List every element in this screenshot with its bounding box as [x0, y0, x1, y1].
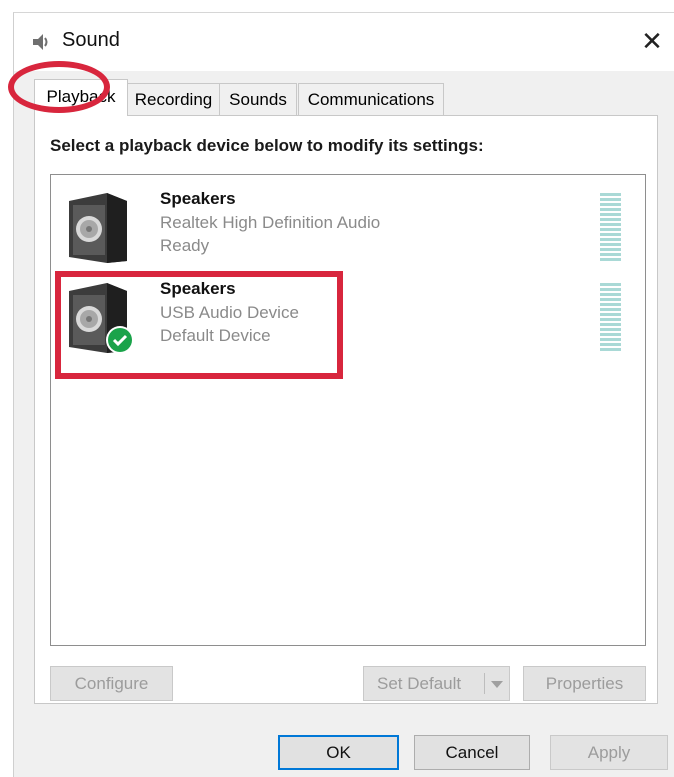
device-name: Speakers — [160, 279, 236, 298]
speaker-icon — [69, 193, 127, 263]
device-driver: USB Audio Device — [160, 303, 299, 322]
set-default-button[interactable]: Set Default — [363, 666, 510, 701]
split-divider — [484, 673, 485, 694]
configure-button[interactable]: Configure — [50, 666, 173, 701]
close-button[interactable]: ✕ — [635, 25, 669, 59]
tab-playback[interactable]: Playback — [34, 79, 128, 116]
set-default-label: Set Default — [377, 674, 462, 693]
properties-button[interactable]: Properties — [523, 666, 646, 701]
device-status: Ready — [160, 236, 210, 255]
tab-recording[interactable]: Recording — [127, 83, 220, 115]
device-list[interactable]: Speakers Realtek High Definition Audio R… — [50, 174, 646, 646]
playback-panel: Select a playback device below to modify… — [34, 115, 658, 704]
tab-sounds[interactable]: Sounds — [219, 83, 297, 115]
title-bar: Sound ✕ — [14, 13, 674, 71]
device-item-usb[interactable]: Speakers USB Audio Device Default Device — [55, 269, 639, 359]
ok-button[interactable]: OK — [278, 735, 399, 770]
device-driver: Realtek High Definition Audio — [160, 213, 381, 232]
device-item-realtek[interactable]: Speakers Realtek High Definition Audio R… — [55, 179, 639, 269]
window-title: Sound — [62, 29, 120, 51]
device-name: Speakers — [160, 189, 236, 208]
chevron-down-icon[interactable] — [491, 681, 503, 688]
sound-dialog: Sound ✕ Playback Recording Sounds Commun… — [13, 12, 674, 777]
apply-button[interactable]: Apply — [550, 735, 668, 770]
instruction-text: Select a playback device below to modify… — [50, 136, 484, 155]
device-status: Default Device — [160, 326, 271, 345]
default-check-icon — [106, 326, 134, 354]
sound-app-icon — [33, 34, 48, 50]
volume-meter — [600, 193, 621, 263]
tab-communications[interactable]: Communications — [298, 83, 444, 115]
cancel-button[interactable]: Cancel — [414, 735, 530, 770]
volume-meter — [600, 283, 621, 353]
